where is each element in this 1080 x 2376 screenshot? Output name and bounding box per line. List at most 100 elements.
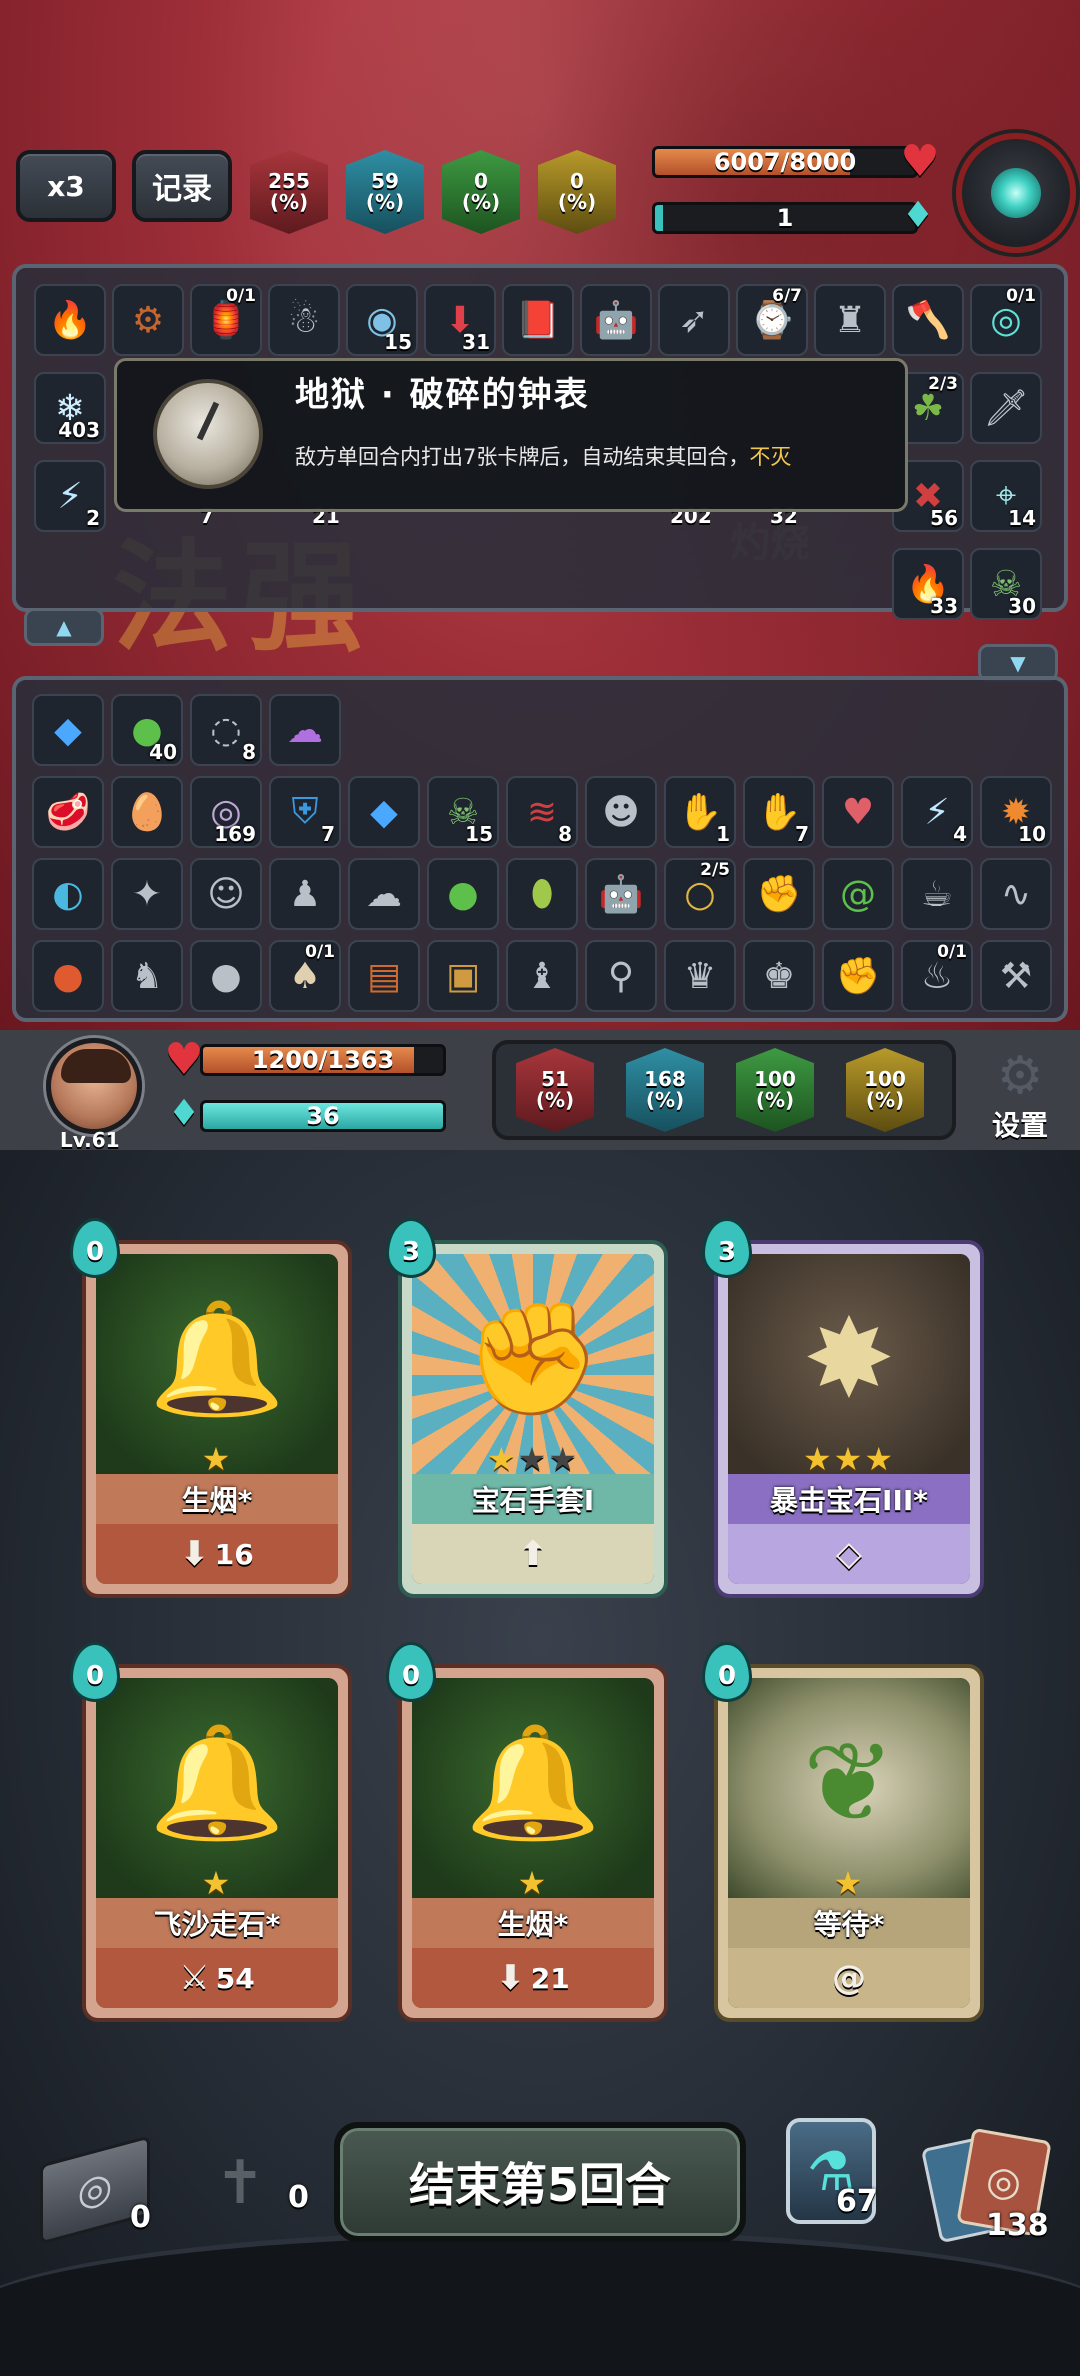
hand-card[interactable]: 3 ✊ ★★★ 宝石手套I ⬆ [386,1218,668,1598]
hand-card[interactable]: 0 🔔 ★ 生烟* ⬇ 21 [386,1642,668,2022]
item-count: 10 [1018,822,1046,846]
item-slot[interactable]: ♜ [814,284,886,356]
collapse-up-button[interactable]: ▲ [24,608,104,646]
item-slot[interactable]: ❄ 403 [34,372,106,444]
player-magic-stat[interactable]: 168 (%) [626,1048,704,1132]
card-stars: ★ [517,1864,549,1902]
card-cost: 3 [386,1218,436,1278]
item-slot[interactable]: ✦ [111,858,183,930]
item-slot[interactable]: 🥚 [111,776,183,848]
item-slot[interactable]: ▣ [427,940,499,1012]
hand-card[interactable]: 0 ❦ ★ 等待* @ [702,1642,984,2022]
item-slot[interactable]: 🗡 [970,372,1042,444]
item-slot[interactable]: ☺ [190,858,262,930]
item-slot[interactable]: ∿ [980,858,1052,930]
teapot-icon: ☕ [920,873,954,915]
item-slot[interactable]: ⛨ 7 [269,776,341,848]
enemy-portrait[interactable] [956,133,1076,253]
item-slot[interactable]: ⚲ [585,940,657,1012]
stat-value: 100 [754,1067,796,1091]
item-slot[interactable]: ≋ 8 [506,776,578,848]
item-slot[interactable]: @ [822,858,894,930]
item-slot[interactable]: ⚒ [980,940,1052,1012]
item-slot[interactable]: 🤖 [580,284,652,356]
item-slot[interactable]: ☻ [585,776,657,848]
item-slot[interactable]: ◌ 8 [190,694,262,766]
item-slot[interactable]: ♟ [269,858,341,930]
player-power-stat[interactable]: 100 (%) [846,1048,924,1132]
item-slot[interactable]: ☁ [269,694,341,766]
item-slot[interactable]: ♝ [506,940,578,1012]
item-slot[interactable]: ♛ [664,940,736,1012]
item-slot[interactable]: ✊ [822,940,894,1012]
speed-button[interactable]: x3 [16,150,116,222]
item-slot[interactable]: ⚙ [112,284,184,356]
enemy-defense-stat[interactable]: 0 (%) [442,150,520,234]
item-slot[interactable]: 🪓 [892,284,964,356]
sword-icon: ⚔ [179,1958,210,1998]
item-slot[interactable]: ✋ 7 [743,776,815,848]
enemy-power-stat[interactable]: 0 (%) [538,150,616,234]
item-slot[interactable]: ♚ [743,940,815,1012]
enemy-magic-stat[interactable]: 59 (%) [346,150,424,234]
tooltip-description: 敌方单回合内打出7张卡牌后，自动结束其回合，不灭 [295,441,791,471]
item-slot[interactable]: ✋ 1 [664,776,736,848]
item-slot[interactable]: ☁ [348,858,420,930]
item-slot[interactable]: 📕 [502,284,574,356]
item-slot[interactable]: ● 40 [111,694,183,766]
item-slot[interactable]: ⚡ 4 [901,776,973,848]
item-slot[interactable]: ✹ 10 [980,776,1052,848]
item-slot[interactable]: ♞ [111,940,183,1012]
item-slot[interactable]: ○ 2/5 [664,858,736,930]
pocket-watch-icon [153,379,263,489]
item-slot[interactable]: ▤ [348,940,420,1012]
item-slot[interactable]: ◎ 0/1 [970,284,1042,356]
item-slot[interactable]: 🏮 0/1 [190,284,262,356]
item-slot[interactable]: ☠ 30 [970,548,1042,620]
item-slot[interactable]: 🥩 [32,776,104,848]
item-slot[interactable]: 🤖 [585,858,657,930]
bells-icon: 🔔 [148,1294,286,1423]
item-count: 1 [716,822,730,846]
hero-avatar[interactable] [46,1038,142,1134]
item-slot[interactable]: ⬇ 31 [424,284,496,356]
grave-pile[interactable]: ✝ [190,2128,290,2238]
end-turn-button[interactable]: 结束第5回合 [334,2122,746,2242]
item-slot[interactable]: ➶ [658,284,730,356]
item-slot[interactable]: ♨ 0/1 [901,940,973,1012]
item-slot[interactable]: ● [427,858,499,930]
stone-face-icon: ☻ [602,791,640,833]
hand-card[interactable]: 0 🔔 ★ 生烟* ⬇ 16 [70,1218,352,1598]
item-slot[interactable]: ☕ [901,858,973,930]
item-slot[interactable]: ⚡ 2 [34,460,106,532]
item-count: 2 [86,506,100,530]
item-slot[interactable]: ◎ 169 [190,776,262,848]
card-art: ❦ ★ [728,1678,970,1902]
item-slot[interactable]: ◆ [32,694,104,766]
log-button[interactable]: 记录 [132,150,232,222]
item-slot[interactable]: ✊ [743,858,815,930]
item-slot[interactable]: ♥ [822,776,894,848]
item-slot[interactable]: ☠ 15 [427,776,499,848]
item-slot[interactable]: ⬮ [506,858,578,930]
card-name: 宝石手套I [412,1474,654,1524]
item-slot[interactable]: ◐ [32,858,104,930]
item-slot[interactable]: ◉ 15 [346,284,418,356]
enemy-attack-stat[interactable]: 255 (%) [250,150,328,234]
blue-gem-icon: ◆ [54,709,82,751]
item-slot[interactable]: ♠ 0/1 [269,940,341,1012]
hand-card[interactable]: 3 ✸ ★★★ 暴击宝石III* ◇ [702,1218,984,1598]
player-attack-stat[interactable]: 51 (%) [516,1048,594,1132]
item-slot[interactable]: ☃ [268,284,340,356]
item-slot[interactable]: ⌖ 14 [970,460,1042,532]
item-slot[interactable]: ● [32,940,104,1012]
item-count: 30 [1008,594,1036,618]
player-defense-stat[interactable]: 100 (%) [736,1048,814,1132]
hand-card[interactable]: 0 🔔 ★ 飞沙走石* ⚔ 54 [70,1642,352,2022]
item-slot[interactable]: 🔥 [34,284,106,356]
item-slot[interactable]: 🔥 33 [892,548,964,620]
settings-button[interactable]: ⚙ 设置 [980,1048,1060,1144]
item-slot[interactable]: ● [190,940,262,1012]
item-slot[interactable]: ◆ [348,776,420,848]
item-slot[interactable]: ⌚ 6/7 [736,284,808,356]
